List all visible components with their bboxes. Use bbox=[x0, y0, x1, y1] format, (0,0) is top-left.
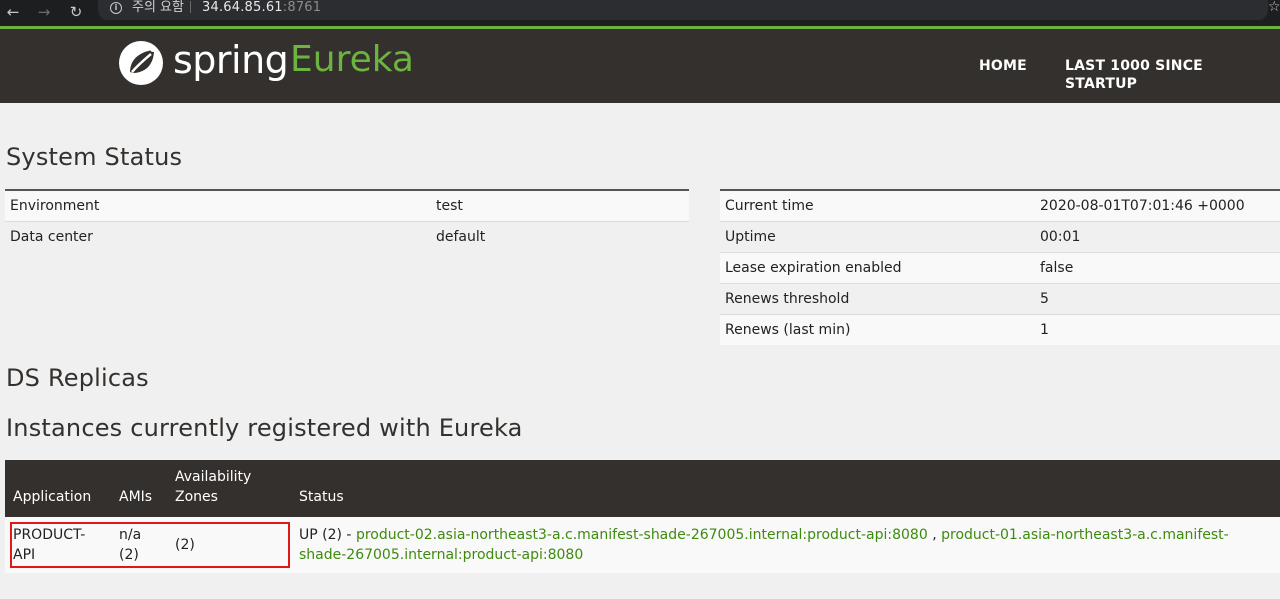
column-header-amis: AMIs bbox=[119, 489, 153, 505]
table-row: Data center default bbox=[5, 220, 689, 252]
column-header-status: Status bbox=[299, 489, 344, 505]
status-value: false bbox=[1035, 251, 1280, 283]
instance-link[interactable]: product-02.asia-northeast3-a.c.manifest-… bbox=[356, 527, 928, 543]
column-header-application: Application bbox=[13, 489, 92, 505]
logo-spring-text[interactable]: spring bbox=[173, 37, 289, 83]
link-separator: , bbox=[927, 527, 942, 543]
status-value: 1 bbox=[1035, 313, 1280, 345]
status-value: 00:01 bbox=[1035, 220, 1280, 252]
spring-leaf-icon[interactable] bbox=[118, 40, 164, 86]
url-host: 34.64.85.61 bbox=[202, 0, 283, 15]
address-bar[interactable]: i 주의 요함 34.64.85.61:8761 bbox=[98, 0, 1268, 20]
status-value: test bbox=[431, 189, 689, 221]
status-value: default bbox=[431, 220, 689, 252]
instances-heading: Instances currently registered with Eure… bbox=[6, 414, 523, 442]
status-key: Current time bbox=[720, 189, 1035, 221]
info-icon[interactable]: i bbox=[110, 2, 122, 14]
browser-toolbar: ← → ↻ i 주의 요함 34.64.85.61:8761 ☆ bbox=[0, 0, 1280, 26]
nav-last-1000-link[interactable]: LAST 1000 SINCE STARTUP bbox=[1065, 57, 1280, 93]
column-header-availability-zones: Availability Zones bbox=[175, 469, 252, 505]
back-arrow-icon[interactable]: ← bbox=[3, 3, 23, 21]
red-highlight-annotation bbox=[10, 522, 290, 568]
security-warning-label[interactable]: 주의 요함 bbox=[132, 0, 184, 15]
table-row: Renews (last min) 1 bbox=[720, 313, 1280, 345]
status-key: Data center bbox=[5, 220, 431, 252]
status-value: 5 bbox=[1035, 282, 1280, 314]
table-row: Uptime 00:01 bbox=[720, 220, 1280, 252]
url-text[interactable]: 34.64.85.61:8761 bbox=[202, 0, 321, 15]
instance-status: UP (2) - product-02.asia-northeast3-a.c.… bbox=[299, 525, 1269, 565]
status-key: Renews (last min) bbox=[720, 313, 1035, 345]
table-row: Lease expiration enabled false bbox=[720, 251, 1280, 283]
url-divider bbox=[190, 1, 191, 13]
system-status-heading: System Status bbox=[6, 143, 183, 171]
status-key: Environment bbox=[5, 189, 431, 221]
system-status-right-table: Current time 2020-08-01T07:01:46 +0000 U… bbox=[720, 189, 1280, 345]
forward-arrow-icon[interactable]: → bbox=[34, 3, 54, 21]
bookmark-star-icon[interactable]: ☆ bbox=[1268, 0, 1280, 14]
ds-replicas-heading: DS Replicas bbox=[6, 364, 149, 392]
status-key: Lease expiration enabled bbox=[720, 251, 1035, 283]
reload-icon[interactable]: ↻ bbox=[66, 3, 86, 21]
status-key: Renews threshold bbox=[720, 282, 1035, 314]
table-row: Environment test bbox=[5, 189, 689, 221]
nav-home-link[interactable]: HOME bbox=[979, 57, 1027, 75]
eureka-navbar: spring Eureka HOME LAST 1000 SINCE START… bbox=[0, 29, 1280, 103]
system-status-left-table: Environment test Data center default bbox=[5, 189, 689, 252]
instances-table-header: Application AMIs Availability Zones Stat… bbox=[5, 460, 1280, 517]
status-value: 2020-08-01T07:01:46 +0000 bbox=[1035, 189, 1280, 221]
table-row: Current time 2020-08-01T07:01:46 +0000 bbox=[720, 189, 1280, 221]
logo-eureka-text[interactable]: Eureka bbox=[290, 37, 414, 83]
table-row: Renews threshold 5 bbox=[720, 282, 1280, 314]
status-key: Uptime bbox=[720, 220, 1035, 252]
url-port: :8761 bbox=[282, 0, 322, 15]
status-prefix: UP (2) - bbox=[299, 527, 356, 543]
